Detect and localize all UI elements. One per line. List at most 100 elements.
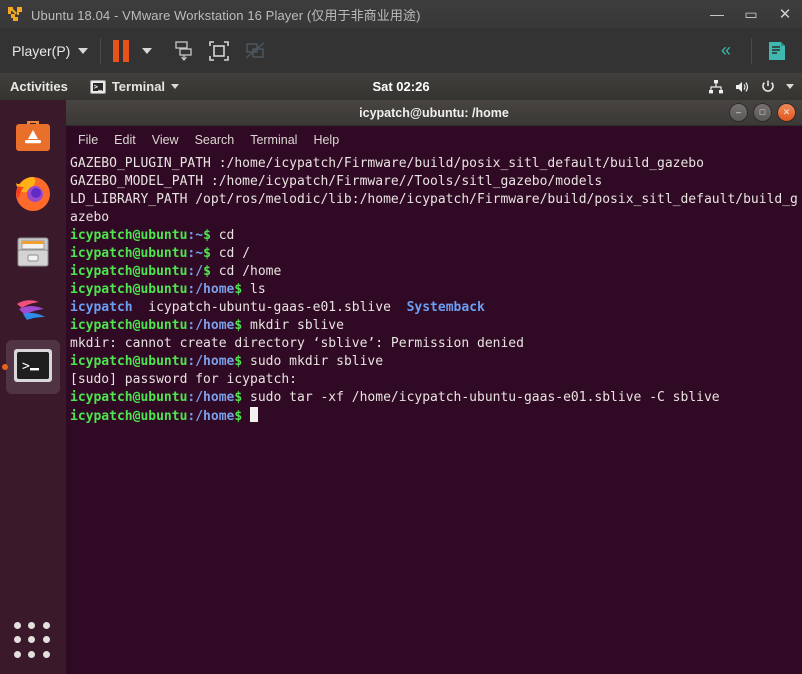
volume-icon[interactable] [734, 79, 750, 95]
terminal-cursor [250, 407, 259, 422]
ls-entry: icypatch [70, 300, 133, 315]
prompt-user: icypatch@ubuntu [70, 246, 188, 261]
terminal-line: GAZEBO_PLUGIN_PATH :/home/icypatch/Firmw… [70, 155, 802, 173]
ubuntu-top-bar: Activities Terminal Sat 02:26 [0, 73, 802, 100]
send-ctrl-alt-del-icon[interactable] [168, 36, 198, 66]
vmware-window-title: Ubuntu 18.04 - VMware Workstation 16 Pla… [31, 7, 421, 23]
terminal-title: icypatch@ubuntu: /home [359, 105, 509, 120]
prompt-command: ls [250, 282, 266, 297]
ls-gap [391, 300, 407, 315]
menu-item-terminal[interactable]: Terminal [250, 133, 297, 147]
terminal-menubar: File Edit View Search Terminal Help [66, 126, 802, 153]
ubuntu-software-icon [16, 121, 50, 151]
terminal-line: icypatch@ubuntu:/$ cd /home [70, 263, 802, 281]
prompt-command: sudo mkdir sblive [250, 354, 384, 369]
prompt-user: icypatch@ubuntu [70, 390, 188, 405]
terminal-line: icypatch@ubuntu:~$ cd [70, 227, 802, 245]
firefox-icon [16, 177, 50, 211]
show-applications-icon[interactable] [14, 622, 52, 660]
app-menu-label: Terminal [111, 79, 166, 94]
vmware-window-controls: — ▭ ✕ [700, 0, 802, 28]
menu-item-help[interactable]: Help [313, 133, 339, 147]
enter-fullscreen-icon[interactable] [204, 36, 234, 66]
prompt-sigil: $ [203, 246, 219, 261]
prompt-sigil: $ [234, 318, 251, 333]
terminal-titlebar: icypatch@ubuntu: /home – □ ✕ [66, 100, 802, 126]
app-menu-button[interactable]: Terminal [89, 79, 180, 94]
svg-text:>: > [22, 359, 30, 374]
terminal-line: icypatch@ubuntu:/home$ mkdir sblive [70, 317, 802, 335]
terminal-icon: > [14, 349, 52, 382]
player-menu-label: Player(P) [12, 42, 71, 59]
prompt-path: :/home [187, 409, 235, 424]
pause-icon[interactable] [113, 39, 130, 62]
chevron-down-icon [142, 47, 153, 54]
menu-item-file[interactable]: File [78, 133, 98, 147]
prompt-path: :/home [187, 390, 235, 405]
terminal-line: icypatch@ubuntu:~$ cd / [70, 245, 802, 263]
prompt-user: icypatch@ubuntu [70, 354, 188, 369]
activities-button[interactable]: Activities [10, 79, 68, 94]
menu-item-search[interactable]: Search [195, 133, 235, 147]
terminal-line: icypatch@ubuntu:/home$ sudo mkdir sblive [70, 353, 802, 371]
dock-item-files[interactable] [6, 224, 60, 278]
vmware-player-window: Ubuntu 18.04 - VMware Workstation 16 Pla… [0, 0, 802, 674]
pause-dropdown-button[interactable] [132, 36, 162, 66]
prompt-sigil: $ [203, 228, 219, 243]
dock-item-rhythmbox[interactable] [6, 282, 60, 336]
vmware-toolbar: Player(P) « [0, 28, 802, 74]
terminal-minimize-button[interactable]: – [729, 103, 748, 122]
menu-item-view[interactable]: View [152, 133, 179, 147]
terminal-line: [sudo] password for icypatch: [70, 371, 802, 389]
unity-mode-icon[interactable] [240, 36, 270, 66]
power-icon[interactable] [760, 79, 776, 95]
terminal-text: GAZEBO_MODEL_PATH :/home/icypatch/Firmwa… [70, 174, 603, 189]
vmware-logo-icon [6, 5, 24, 23]
dock-item-firefox[interactable] [6, 166, 60, 220]
ls-entry: Systemback [406, 300, 485, 315]
terminal-text: [sudo] password for icypatch: [70, 372, 297, 387]
ls-entry: icypatch-ubuntu-gaas-e01.sblive [148, 300, 391, 315]
prompt-command: sudo tar -xf /home/icypatch-ubuntu-gaas-… [250, 390, 720, 405]
prompt-command: mkdir sblive [250, 318, 344, 333]
terminal-window-controls: – □ ✕ [729, 103, 796, 122]
terminal-close-button[interactable]: ✕ [777, 103, 796, 122]
chevron-down-icon [78, 47, 89, 54]
terminal-line: icypatch icypatch-ubuntu-gaas-e01.sblive… [70, 299, 802, 317]
dock-item-ubuntu-software[interactable] [6, 108, 60, 162]
prompt-path: :/home [187, 318, 235, 333]
prompt-path: :~ [187, 228, 204, 243]
ubuntu-dock: > [0, 100, 67, 674]
menu-item-edit[interactable]: Edit [114, 133, 136, 147]
terminal-text: GAZEBO_PLUGIN_PATH :/home/icypatch/Firmw… [70, 156, 704, 171]
terminal-line: GAZEBO_MODEL_PATH :/home/icypatch/Firmwa… [70, 173, 802, 191]
clock-button[interactable]: Sat 02:26 [372, 79, 429, 94]
chevron-down-icon[interactable] [786, 84, 794, 89]
player-menu-button[interactable]: Player(P) [12, 42, 89, 59]
terminal-maximize-button[interactable]: □ [753, 103, 772, 122]
terminal-output[interactable]: GAZEBO_PLUGIN_PATH :/home/icypatch/Firmw… [66, 153, 802, 426]
notes-icon[interactable] [760, 40, 794, 62]
terminal-line: icypatch@ubuntu:/home$ sudo tar -xf /hom… [70, 389, 802, 407]
network-icon[interactable] [708, 79, 724, 95]
terminal-line: icypatch@ubuntu:/home$ ls [70, 281, 802, 299]
collapse-toolbar-button[interactable]: « [709, 40, 743, 61]
prompt-sigil: $ [234, 409, 251, 424]
vmware-minimize-button[interactable]: — [700, 0, 734, 28]
running-indicator-dot [2, 364, 8, 370]
prompt-path: :~ [187, 246, 204, 261]
chevron-down-icon [171, 84, 180, 89]
prompt-user: icypatch@ubuntu [70, 282, 188, 297]
prompt-path: :/ [187, 264, 204, 279]
prompt-sigil: $ [203, 264, 219, 279]
prompt-sigil: $ [234, 354, 251, 369]
vmware-close-button[interactable]: ✕ [768, 0, 802, 28]
prompt-user: icypatch@ubuntu [70, 409, 188, 424]
dock-item-terminal[interactable]: > [2, 340, 60, 394]
terminal-line: mkdir: cannot create directory ‘sblive’:… [70, 335, 802, 353]
vmware-toolbar-right: « [709, 37, 802, 64]
vmware-titlebar: Ubuntu 18.04 - VMware Workstation 16 Pla… [0, 0, 802, 29]
ubuntu-desktop: Activities Terminal Sat 02:26 [0, 73, 802, 674]
vmware-maximize-button[interactable]: ▭ [734, 0, 768, 28]
terminal-text: LD_LIBRARY_PATH /opt/ros/melodic/lib:/ho… [70, 192, 798, 225]
